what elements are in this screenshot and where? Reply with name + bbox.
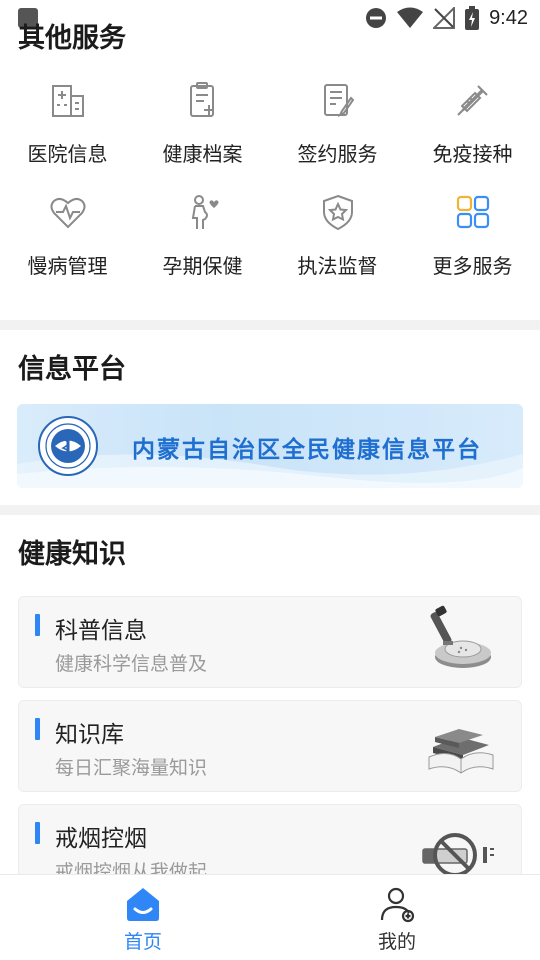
service-contract[interactable]: 签约服务 <box>270 80 405 180</box>
user-icon <box>380 887 415 923</box>
home-icon <box>127 888 159 921</box>
nav-mine-label: 我的 <box>377 931 416 953</box>
service-label: 签约服务 <box>297 142 378 166</box>
service-hospital-info[interactable]: 医院信息 <box>0 80 135 180</box>
section-divider <box>0 320 540 330</box>
service-supervision[interactable]: 执法监督 <box>270 192 405 292</box>
service-label: 健康档案 <box>162 142 243 166</box>
vaccine-icon <box>453 80 493 120</box>
banner-text: 内蒙古自治区全民健康信息平台 <box>132 437 482 463</box>
pregnancy-icon <box>183 192 223 232</box>
service-more[interactable]: 更多服务 <box>405 192 540 292</box>
info-platform-title: 信息平台 <box>18 354 126 385</box>
services-title: 其他服务 <box>18 23 126 54</box>
hospital-icon <box>48 80 88 120</box>
nav-home-label: 首页 <box>123 931 162 953</box>
books-icon <box>428 729 494 774</box>
status-icons: 9:42 <box>365 6 528 30</box>
card-subtitle: 每日汇聚海量知识 <box>55 757 208 779</box>
do-not-disturb-icon <box>366 8 387 28</box>
wifi-icon <box>397 7 424 28</box>
status-time: 9:42 <box>489 6 528 29</box>
card-accent-bar <box>35 614 40 636</box>
knowledge-card-library[interactable]: 知识库 每日汇聚海量知识 <box>18 700 522 792</box>
card-title: 知识库 <box>55 722 124 748</box>
service-label: 更多服务 <box>432 254 513 278</box>
service-pregnancy[interactable]: 孕期保健 <box>135 192 270 292</box>
service-vaccine[interactable]: 免疫接种 <box>405 80 540 180</box>
service-health-record[interactable]: 健康档案 <box>135 80 270 180</box>
heart-monitor-icon <box>48 192 88 232</box>
no-signal-icon <box>433 7 456 29</box>
card-subtitle: 健康科学信息普及 <box>55 653 208 675</box>
health-emblem-icon <box>38 416 98 476</box>
card-title: 戒烟控烟 <box>55 826 147 852</box>
service-label: 免疫接种 <box>432 142 513 166</box>
knowledge-title: 健康知识 <box>18 539 126 570</box>
contract-icon <box>318 80 358 120</box>
card-accent-bar <box>35 718 40 740</box>
microscope-icon <box>430 605 491 668</box>
nav-home[interactable]: 首页 <box>8 875 278 960</box>
service-label: 慢病管理 <box>27 254 108 278</box>
health-platform-banner[interactable]: 内蒙古自治区全民健康信息平台 <box>17 404 523 488</box>
grid-icon <box>453 192 493 232</box>
bottom-nav: 首页 我的 <box>0 874 540 960</box>
section-divider <box>0 505 540 515</box>
health-record-icon <box>183 80 223 120</box>
knowledge-card-science[interactable]: 科普信息 健康科学信息普及 <box>18 596 522 688</box>
service-label: 医院信息 <box>27 142 108 166</box>
nav-mine[interactable]: 我的 <box>262 875 532 960</box>
shield-star-icon <box>318 192 358 232</box>
service-chronic-disease[interactable]: 慢病管理 <box>0 192 135 292</box>
battery-charging-icon <box>465 6 480 30</box>
card-accent-bar <box>35 822 40 844</box>
service-label: 执法监督 <box>297 254 378 278</box>
card-title: 科普信息 <box>55 618 147 644</box>
service-label: 孕期保健 <box>162 254 243 278</box>
